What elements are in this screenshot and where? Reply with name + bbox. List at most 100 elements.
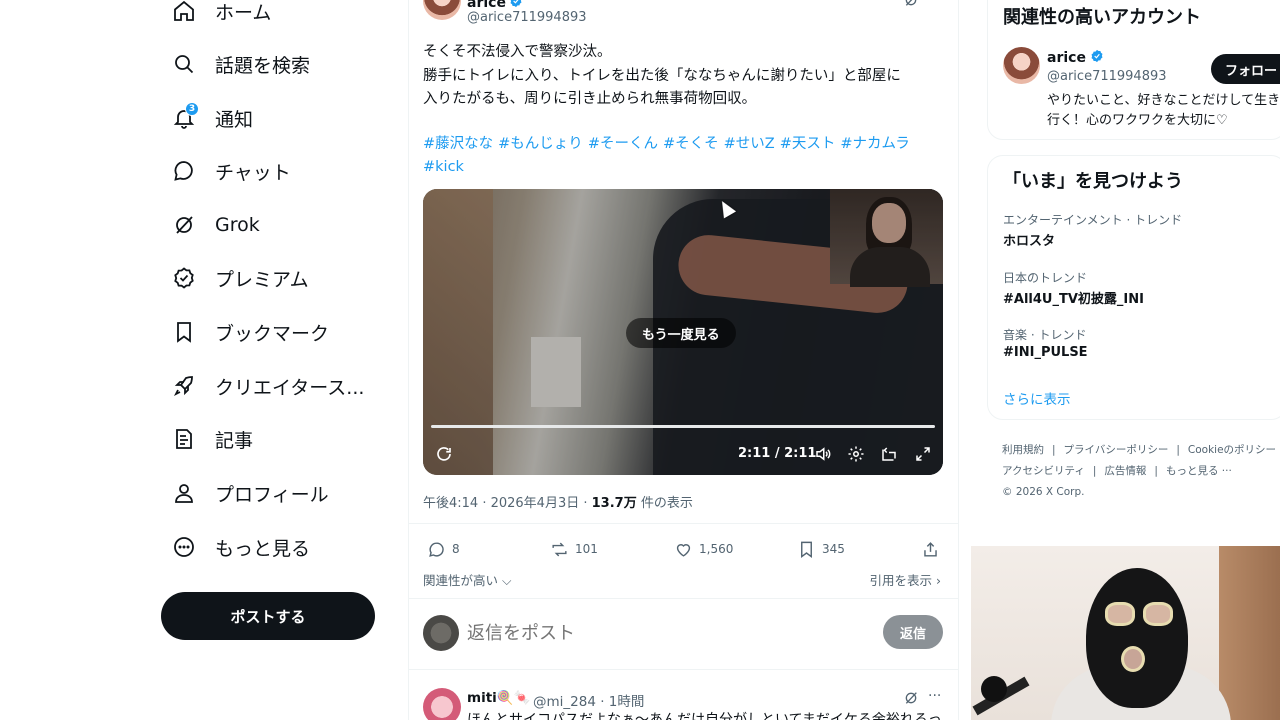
like-action[interactable]: 1,560	[674, 537, 733, 561]
follow-button[interactable]: フォロー	[1211, 54, 1280, 84]
nav-item-label: もっと見る	[215, 537, 311, 560]
repost-icon	[552, 542, 567, 556]
mask-mouth	[1121, 646, 1145, 672]
suggested-account-bio: やりたいこと、好きなことだけして生きて行く！心のワクワクを大切に♡	[1047, 93, 1280, 128]
hashtag-link[interactable]: #ナカムラ	[840, 136, 909, 152]
video-progress-bar[interactable]	[431, 425, 935, 428]
nav-item-chat[interactable]: チャット	[168, 147, 291, 195]
hashtag-link[interactable]: #せいZ	[724, 136, 775, 152]
webcam-person-mask	[1086, 568, 1188, 708]
repost-action[interactable]: 101	[550, 537, 598, 561]
hashtag-link[interactable]: #そくそ	[663, 136, 719, 152]
nav-item-home[interactable]: ホーム	[168, 0, 271, 35]
author-handle[interactable]: @arice711994893	[467, 10, 587, 25]
related-accounts-card: 関連性の高いアカウント arice @arice711994893 フォロー や…	[987, 0, 1280, 140]
suggested-account-name[interactable]: arice	[1047, 50, 1086, 66]
trend-item[interactable]: 日本のトレンド #All4U_TV初披露_INI	[1003, 269, 1280, 307]
fullscreen-icon[interactable]	[912, 443, 934, 465]
post-button[interactable]: ポストする	[161, 592, 375, 640]
nav-item-label: プレミアム	[215, 268, 309, 291]
footer-link[interactable]: 広告情報	[1104, 465, 1146, 477]
reply-author-meta[interactable]: @mi_284 · 1時間	[533, 690, 644, 710]
nav-item-premium[interactable]: プレミアム	[168, 254, 309, 302]
tweet-text-line: そくそ不法侵入で警察沙汰。	[423, 44, 612, 60]
mask-eye-left	[1105, 602, 1135, 626]
replay-icon[interactable]	[433, 443, 455, 465]
view-quotes-label: 引用を表示	[869, 573, 933, 588]
nav-item-grok[interactable]: Grok	[168, 201, 260, 249]
footer-link[interactable]: アクセシビリティ	[1002, 465, 1085, 477]
reply-input[interactable]	[467, 618, 867, 648]
more-options-icon[interactable]: ···	[928, 688, 941, 704]
replay-button[interactable]: もう一度見る	[626, 318, 736, 348]
nav-item-creator-studio[interactable]: クリエイタース...	[168, 362, 364, 410]
trend-item[interactable]: エンターテインメント · トレンド ホロスタ	[1003, 211, 1280, 249]
footer-link[interactable]: Cookieのポリシー	[1188, 444, 1276, 456]
video-time: 2:11 / 2:11	[738, 446, 817, 461]
repost-count: 101	[575, 542, 598, 556]
bookmark-icon	[168, 316, 200, 348]
trends-card: 「いま」を見つけよう エンターテインメント · トレンド ホロスタ 日本のトレン…	[987, 155, 1280, 420]
video-player[interactable]: もう一度見る 2:11 / 2:11	[423, 189, 943, 475]
grok-icon[interactable]	[903, 690, 919, 710]
bookmark-action[interactable]: 345	[797, 537, 845, 561]
nav-item-explore[interactable]: 話題を検索	[168, 40, 310, 88]
author-avatar[interactable]	[423, 0, 461, 20]
share-action[interactable]	[921, 537, 946, 561]
like-count: 1,560	[699, 542, 734, 556]
rocket-icon	[168, 370, 200, 402]
related-accounts-title: 関連性の高いアカウント	[1003, 7, 1201, 28]
nav-item-profile[interactable]: プロフィール	[168, 469, 329, 517]
bookmark-icon	[801, 541, 812, 558]
sort-dropdown[interactable]: 関連性が高い ⌵	[423, 570, 511, 589]
suggested-account-handle[interactable]: @arice711994893	[1047, 69, 1167, 84]
current-user-avatar[interactable]	[423, 615, 459, 651]
reply-author-name[interactable]: miti🍭🍬	[467, 690, 530, 706]
hashtag-link[interactable]: #もんじょり	[498, 136, 583, 152]
suggested-account-avatar[interactable]	[1003, 47, 1040, 84]
grok-icon	[168, 209, 200, 241]
reply-action[interactable]: 8	[427, 537, 460, 561]
main-timeline: arice @arice711994893 ··· そくそ不法侵入で警察沙汰。 …	[408, 0, 959, 720]
divider	[409, 669, 958, 670]
view-count: 13.7万	[591, 496, 637, 511]
nav-item-label: 通知	[215, 108, 254, 131]
trend-item[interactable]: 音楽 · トレンド #INI_PULSE	[1003, 326, 1280, 360]
hashtag-link[interactable]: #そーくん	[588, 136, 658, 152]
nav-item-articles[interactable]: 記事	[168, 415, 253, 463]
verified-badge-icon	[1090, 49, 1104, 67]
settings-icon[interactable]	[845, 443, 867, 465]
footer-link[interactable]: プライバシーポリシー	[1064, 444, 1169, 456]
grok-icon[interactable]	[903, 0, 919, 12]
view-quotes-link[interactable]: 引用を表示 ›	[870, 570, 942, 589]
more-options-icon[interactable]: ···	[928, 0, 941, 6]
nav-item-notifications[interactable]: 3 通知	[168, 94, 253, 142]
volume-icon[interactable]	[812, 443, 834, 465]
trend-category: 日本のトレンド	[1003, 271, 1088, 285]
trend-name: #INI_PULSE	[1003, 345, 1088, 360]
suggested-account-name-row[interactable]: arice	[1047, 49, 1104, 67]
hashtag-link[interactable]: #天スト	[780, 136, 836, 152]
video-controls: 2:11 / 2:11	[423, 441, 943, 471]
hashtag-link[interactable]: #藤沢なな	[423, 136, 493, 152]
nav-item-label: Grok	[215, 214, 260, 236]
notification-badge: 3	[185, 102, 199, 116]
footer-link[interactable]: 利用規約	[1002, 444, 1044, 456]
show-more-link[interactable]: さらに表示	[1003, 388, 1071, 408]
chat-icon	[168, 155, 200, 187]
nav-item-label: 話題を検索	[215, 54, 311, 77]
microphone	[981, 676, 1007, 702]
nav-item-label: ホーム	[215, 1, 272, 24]
reply-author-avatar[interactable]	[423, 688, 461, 720]
footer-link[interactable]: もっと見る ···	[1166, 465, 1232, 477]
divider	[409, 598, 958, 599]
hashtag-link[interactable]: #kick	[423, 159, 464, 175]
picture-in-picture-icon[interactable]	[878, 443, 900, 465]
nav-item-label: プロフィール	[215, 483, 329, 506]
tweet-timestamp[interactable]: 午後4:14 · 2026年4月3日 ·	[423, 496, 592, 511]
nav-item-bookmarks[interactable]: ブックマーク	[168, 308, 329, 356]
footer-separator: |	[1154, 465, 1158, 477]
nav-item-more[interactable]: もっと見る	[168, 523, 310, 571]
chevron-down-icon: ⌵	[498, 573, 512, 588]
reply-button[interactable]: 返信	[883, 615, 943, 649]
